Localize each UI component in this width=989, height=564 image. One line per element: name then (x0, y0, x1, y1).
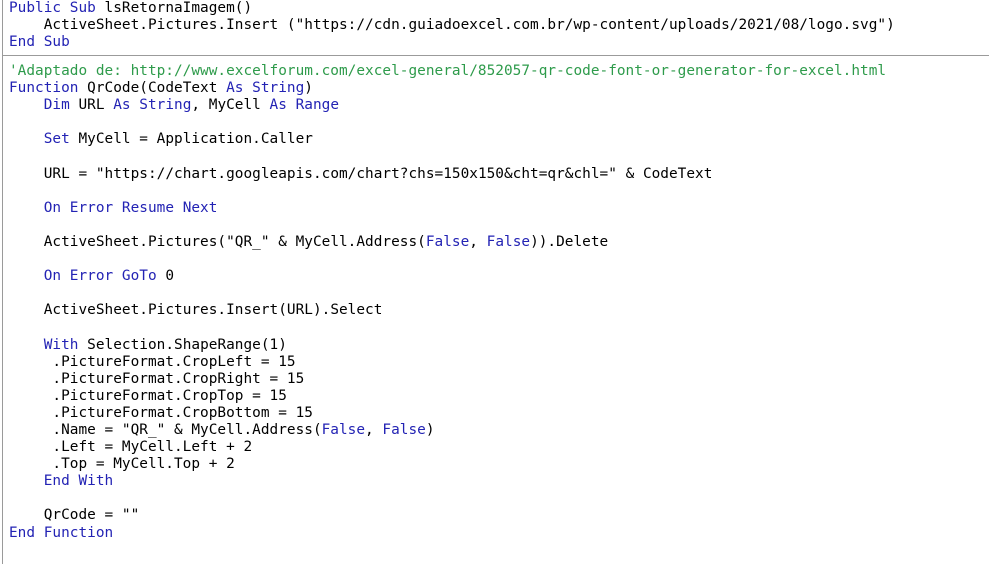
keyword-token: As Range (269, 97, 340, 114)
keyword-token: False (486, 233, 531, 250)
vba-code-listing: Public Sub lsRetornaImagem() ActiveSheet… (0, 0, 989, 564)
code-token: .Name = "QR_" & MyCell.Address( (52, 421, 322, 438)
code-token: URL (69, 97, 114, 114)
code-line: End Sub (9, 34, 989, 51)
code-token: , MyCell (191, 97, 270, 114)
code-line: ActiveSheet.Pictures("QR_" & MyCell.Addr… (9, 234, 989, 251)
keyword-token: Dim (43, 97, 70, 114)
code-token: QrCode = "" (43, 507, 140, 524)
code-token: .PictureFormat.CropLeft = 15 (52, 353, 296, 370)
code-token: .PictureFormat.CropTop = 15 (52, 387, 287, 404)
left-border-rule (2, 0, 3, 564)
code-token: 0 (156, 268, 175, 285)
keyword-token: As String (113, 97, 192, 114)
procedure-ls-retorna-imagem: Public Sub lsRetornaImagem() ActiveSheet… (9, 0, 989, 51)
code-line: URL = "https://chart.googleapis.com/char… (9, 166, 989, 183)
code-token: .Left = MyCell.Left + 2 (52, 439, 253, 456)
code-line: QrCode = "" (9, 507, 989, 524)
code-line: With Selection.ShapeRange(1) (9, 337, 989, 354)
code-line: ActiveSheet.Pictures.Insert(URL).Select (9, 302, 989, 319)
keyword-token: As String (226, 80, 305, 97)
code-line: On Error Resume Next (9, 200, 989, 217)
code-token: URL = "https://chart.googleapis.com/char… (43, 165, 713, 182)
code-line: .Left = MyCell.Left + 2 (9, 439, 989, 456)
code-line-comment: 'Adaptado de: http://www.excelforum.com/… (9, 63, 989, 80)
code-token: )).Delete (530, 233, 609, 250)
code-token: .PictureFormat.CropRight = 15 (52, 370, 305, 387)
code-token: QrCode(CodeText (78, 80, 227, 97)
keyword-token: On Error GoTo (43, 268, 157, 285)
keyword-token: False (382, 421, 426, 438)
keyword-token: End With (43, 473, 114, 490)
code-line: .PictureFormat.CropBottom = 15 (9, 405, 989, 422)
procedure-separator (3, 55, 989, 56)
code-line: Dim URL As String, MyCell As Range (9, 97, 989, 114)
keyword-token: End Sub (9, 34, 70, 51)
keyword-token: False (321, 421, 366, 438)
keyword-token: With (43, 336, 79, 353)
code-line: On Error GoTo 0 (9, 268, 989, 285)
keyword-token: False (425, 233, 470, 250)
code-line: Function QrCode(CodeText As String) (9, 80, 989, 97)
code-line: ActiveSheet.Pictures.Insert ("https://cd… (9, 17, 989, 34)
code-line: Set MyCell = Application.Caller (9, 131, 989, 148)
code-line: .PictureFormat.CropTop = 15 (9, 388, 989, 405)
code-token: , (469, 233, 487, 250)
code-token: , (365, 421, 383, 438)
code-line: .Name = "QR_" & MyCell.Address(False, Fa… (9, 422, 989, 439)
code-line: Public Sub lsRetornaImagem() (9, 0, 989, 17)
code-token: ActiveSheet.Pictures.Insert ("https://cd… (43, 17, 895, 34)
code-token: Selection.ShapeRange(1) (78, 336, 287, 353)
keyword-token: Public Sub (9, 0, 96, 16)
code-line: End With (9, 473, 989, 490)
code-token: lsRetornaImagem() (95, 0, 253, 16)
code-token: ActiveSheet.Pictures.Insert(URL).Select (43, 302, 383, 319)
code-token: ) (304, 80, 313, 97)
keyword-token: Set (43, 131, 70, 148)
code-line: End Function (9, 525, 989, 542)
code-line: .Top = MyCell.Top + 2 (9, 456, 989, 473)
code-token: ) (425, 421, 435, 438)
code-line: .PictureFormat.CropLeft = 15 (9, 354, 989, 371)
keyword-token: On Error Resume Next (43, 199, 218, 216)
keyword-token: Function (9, 80, 79, 97)
comment-token: 'Adaptado de: http://www.excelforum.com/… (9, 63, 887, 79)
code-token: MyCell = Application.Caller (69, 131, 313, 148)
code-token: .Top = MyCell.Top + 2 (52, 456, 235, 473)
keyword-token: End Function (9, 524, 114, 541)
code-line: .PictureFormat.CropRight = 15 (9, 371, 989, 388)
code-token: ActiveSheet.Pictures("QR_" & MyCell.Addr… (43, 233, 426, 250)
code-token: .PictureFormat.CropBottom = 15 (52, 404, 313, 421)
procedure-qr-code: 'Adaptado de: http://www.excelforum.com/… (9, 63, 989, 542)
